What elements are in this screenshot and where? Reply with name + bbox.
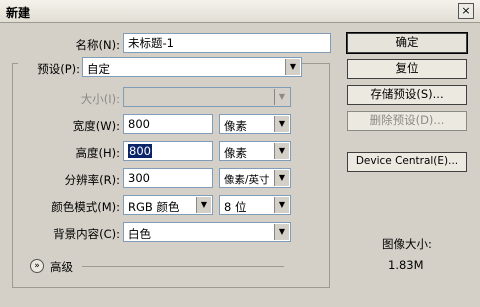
resolution-input[interactable]: 300 <box>123 168 213 188</box>
width-unit-value: 像素 <box>224 119 247 133</box>
title-bar: 新建 × <box>0 0 480 23</box>
height-input[interactable]: 800 <box>123 141 213 161</box>
chevron-down-icon[interactable]: ▼ <box>274 197 289 213</box>
image-size-value: 1.83M <box>388 258 424 272</box>
size-label: 大小(I): <box>80 92 120 106</box>
image-size-label: 图像大小: <box>382 237 432 251</box>
chevron-down-icon[interactable]: ▼ <box>196 197 211 213</box>
advanced-divider <box>82 266 284 267</box>
background-select[interactable]: 白色 ▼ <box>123 222 291 242</box>
chevron-double-down-icon[interactable]: » <box>30 259 44 273</box>
background-label: 背景内容(C): <box>53 227 120 241</box>
height-label: 高度(H): <box>75 146 121 160</box>
chevron-down-icon[interactable]: ▼ <box>274 143 289 159</box>
resolution-unit-value: 像素/英寸 <box>224 174 270 186</box>
new-document-dialog: 新建 × 名称(N): 未标题-1 预设(P): 自定 ▼ 大小(I): ▼ 宽… <box>0 0 480 307</box>
chevron-down-icon[interactable]: ▼ <box>274 170 289 186</box>
save-preset-button[interactable]: 存储预设(S)... <box>347 85 467 105</box>
background-value: 白色 <box>128 227 151 241</box>
preset-value: 自定 <box>87 62 110 76</box>
device-central-button[interactable]: Device Central(E)... <box>347 152 467 172</box>
close-icon[interactable]: × <box>458 3 474 19</box>
name-label: 名称(N): <box>75 38 120 52</box>
height-unit-select[interactable]: 像素 ▼ <box>219 141 291 161</box>
width-label: 宽度(W): <box>72 119 120 133</box>
chevron-down-icon[interactable]: ▼ <box>274 224 289 240</box>
size-select[interactable]: ▼ <box>123 87 291 107</box>
preset-select[interactable]: 自定 ▼ <box>82 57 302 77</box>
width-unit-select[interactable]: 像素 ▼ <box>219 114 291 134</box>
ok-button[interactable]: 确定 <box>346 32 468 54</box>
advanced-label[interactable]: 高级 <box>50 259 73 275</box>
resolution-unit-select[interactable]: 像素/英寸 ▼ <box>219 168 291 188</box>
color-mode-value: RGB 颜色 <box>128 200 180 214</box>
color-mode-select[interactable]: RGB 颜色 ▼ <box>123 195 213 215</box>
color-mode-label: 颜色模式(M): <box>51 200 120 214</box>
preset-label: 预设(P): <box>18 61 82 77</box>
width-input[interactable]: 800 <box>123 114 213 134</box>
chevron-down-icon[interactable]: ▼ <box>285 59 300 75</box>
bit-depth-select[interactable]: 8 位 ▼ <box>219 195 291 215</box>
name-input[interactable]: 未标题-1 <box>123 33 331 53</box>
bit-depth-value: 8 位 <box>224 200 247 214</box>
dialog-title: 新建 <box>6 6 31 20</box>
height-value-selected: 800 <box>128 144 152 158</box>
delete-preset-button[interactable]: 删除预设(D)... <box>347 111 467 131</box>
resolution-label: 分辨率(R): <box>64 173 120 187</box>
height-unit-value: 像素 <box>224 146 247 160</box>
chevron-down-icon[interactable]: ▼ <box>274 89 289 105</box>
chevron-down-icon[interactable]: ▼ <box>274 116 289 132</box>
reset-button[interactable]: 复位 <box>347 59 467 79</box>
